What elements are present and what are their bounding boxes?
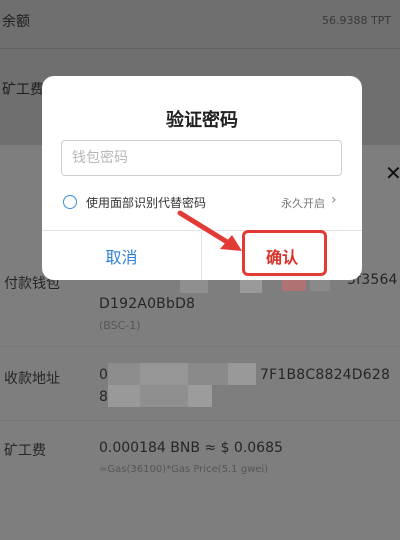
close-icon[interactable]: ✕ bbox=[385, 163, 400, 185]
fee-label: 矿工费 bbox=[4, 443, 46, 459]
redacted-block bbox=[188, 363, 228, 385]
receive-address-line2: 8 bbox=[99, 389, 109, 405]
receive-address-label: 收款地址 bbox=[4, 371, 60, 387]
redacted-block bbox=[108, 385, 140, 407]
redacted-block bbox=[108, 363, 140, 385]
redacted-block bbox=[228, 363, 256, 385]
redacted-block bbox=[188, 385, 212, 407]
row-divider bbox=[0, 420, 400, 421]
chevron-right-icon[interactable]: › bbox=[331, 192, 337, 208]
miner-fee-label: 矿工费 bbox=[2, 82, 44, 98]
fee-formula: =Gas(36100)*Gas Price(5.1 gwei) bbox=[99, 464, 269, 475]
payment-wallet-address-line2: D192A0BbD8 bbox=[99, 296, 196, 312]
face-id-radio[interactable] bbox=[63, 195, 77, 209]
wallet-password-input[interactable] bbox=[61, 140, 342, 176]
receive-address-head: 0 bbox=[99, 367, 109, 383]
balance-value: 56.9388 TPT bbox=[322, 14, 392, 27]
dialog-title: 验证密码 bbox=[166, 110, 238, 131]
row-divider bbox=[0, 48, 400, 49]
always-on-label[interactable]: 永久开启 bbox=[281, 195, 325, 211]
annotation-arrow-icon bbox=[177, 210, 242, 251]
redacted-block bbox=[140, 363, 188, 385]
chain-tag: (BSC-1) bbox=[99, 319, 141, 332]
redacted-block bbox=[140, 385, 188, 407]
row-divider bbox=[0, 346, 400, 347]
balance-label: 余额 bbox=[2, 14, 30, 30]
fee-value: 0.000184 BNB ≈ $ 0.0685 bbox=[99, 440, 283, 456]
receive-address-tail: 7F1B8C8824D628 bbox=[260, 367, 391, 383]
